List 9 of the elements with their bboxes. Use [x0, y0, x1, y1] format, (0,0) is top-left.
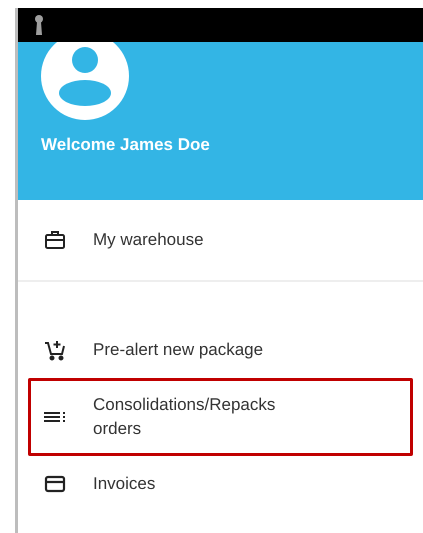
menu-item[interactable]: Pre-alert new package [28, 322, 413, 378]
welcome-text: Welcome James Doe [41, 134, 211, 156]
keyhole-icon [34, 15, 44, 35]
menu-item[interactable]: Consolidations/Repacks orders [28, 378, 413, 456]
menu-item[interactable]: My warehouse [28, 212, 413, 268]
list-icon [43, 410, 67, 424]
cart-plus-icon [43, 338, 67, 362]
menu-item[interactable]: Invoices [28, 456, 413, 512]
briefcase-icon [43, 228, 67, 252]
